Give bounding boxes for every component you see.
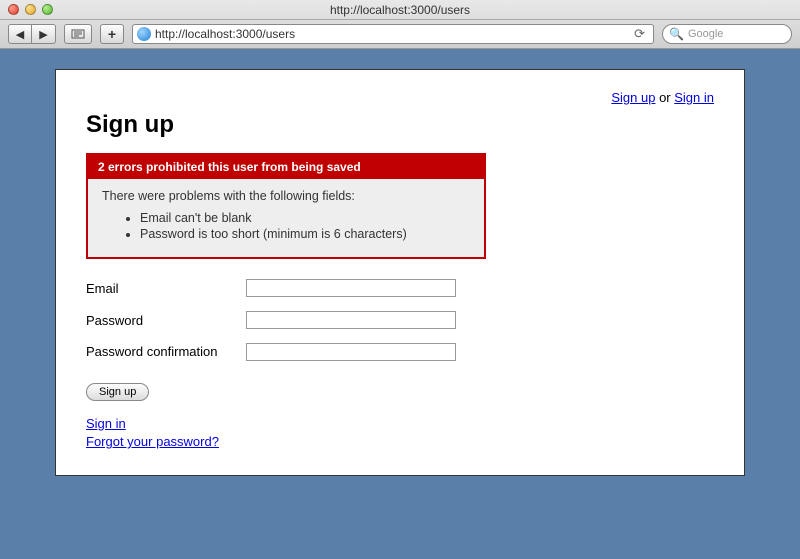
error-body: There were problems with the following f… <box>88 179 484 257</box>
password-field[interactable] <box>246 311 456 329</box>
signin-link-top[interactable]: Sign in <box>674 90 714 105</box>
back-button[interactable]: ◀ <box>8 24 32 44</box>
signin-link[interactable]: Sign in <box>86 415 714 433</box>
form-row-password-confirmation: Password confirmation <box>86 343 714 361</box>
window-title: http://localhost:3000/users <box>0 3 800 17</box>
password-confirmation-label: Password confirmation <box>86 344 246 360</box>
forgot-password-link[interactable]: Forgot your password? <box>86 433 714 451</box>
add-bookmark-button[interactable]: + <box>100 24 124 44</box>
password-label: Password <box>86 313 246 328</box>
bookmarks-button[interactable] <box>64 24 92 44</box>
signup-link-top[interactable]: Sign up <box>611 90 655 105</box>
titlebar: http://localhost:3000/users <box>0 0 800 20</box>
error-item: Email can't be blank <box>140 211 470 225</box>
error-item: Password is too short (minimum is 6 char… <box>140 227 470 241</box>
signup-button[interactable]: Sign up <box>86 383 149 401</box>
url-text: http://localhost:3000/users <box>155 27 626 41</box>
search-bar[interactable]: 🔍 Google <box>662 24 792 44</box>
bottom-links: Sign in Forgot your password? <box>86 415 714 451</box>
toolbar: ◀ ▶ + http://localhost:3000/users ⟳ 🔍 Go… <box>0 20 800 48</box>
reload-icon[interactable]: ⟳ <box>630 26 649 42</box>
top-nav: Sign up or Sign in <box>86 90 714 105</box>
error-header: 2 errors prohibited this user from being… <box>88 155 484 179</box>
error-explanation: 2 errors prohibited this user from being… <box>86 153 486 259</box>
error-list: Email can't be blank Password is too sho… <box>102 211 470 241</box>
top-nav-separator: or <box>655 90 674 105</box>
page-title: Sign up <box>86 111 714 139</box>
email-label: Email <box>86 281 246 296</box>
window-chrome: http://localhost:3000/users ◀ ▶ + http:/… <box>0 0 800 49</box>
site-icon <box>137 27 151 41</box>
error-intro: There were problems with the following f… <box>102 189 470 203</box>
password-confirmation-field[interactable] <box>246 343 456 361</box>
form-row-password: Password <box>86 311 714 329</box>
url-bar[interactable]: http://localhost:3000/users ⟳ <box>132 24 654 44</box>
email-field[interactable] <box>246 279 456 297</box>
viewport: Sign up or Sign in Sign up 2 errors proh… <box>0 49 800 559</box>
search-icon: 🔍 <box>669 27 684 41</box>
form-row-email: Email <box>86 279 714 297</box>
page-content: Sign up or Sign in Sign up 2 errors proh… <box>55 69 745 476</box>
forward-button[interactable]: ▶ <box>32 24 56 44</box>
search-placeholder: Google <box>688 28 723 40</box>
